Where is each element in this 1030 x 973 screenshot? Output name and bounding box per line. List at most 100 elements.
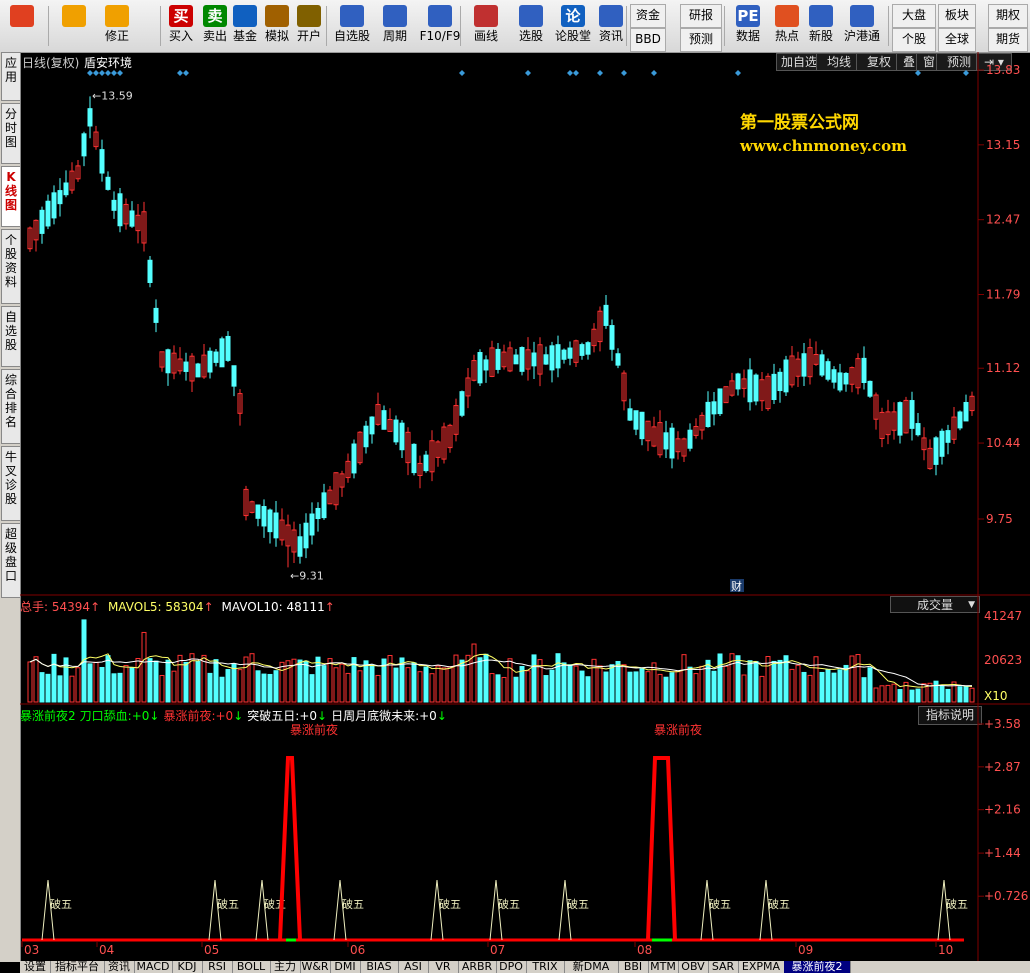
indicator-help-button[interactable]: 指标说明: [918, 706, 982, 725]
bottom-tab-22[interactable]: 暴涨前夜2: [784, 961, 851, 973]
sidebar-tab-5[interactable]: 综合排名: [1, 369, 21, 444]
updown-icon: [105, 5, 129, 27]
bottom-tab-13[interactable]: ARBR: [458, 961, 497, 973]
total-volume-label: 总手:: [20, 600, 49, 614]
toolbar-separator: [626, 6, 627, 46]
sidebar-tab-7[interactable]: 超级盘口: [1, 523, 21, 598]
bottom-tab-15[interactable]: TRIX: [526, 961, 565, 973]
toolbar-button-热点[interactable]: 热点: [772, 2, 802, 50]
chart-area: 日线(复权) 盾安环境 加自选 均线 复权叠窗预测 ⇥ ▾ 第一股票公式网 www.c…: [20, 52, 1030, 962]
toolbar-button-沪港通[interactable]: 沪港通: [840, 2, 884, 50]
toolbar-small-button[interactable]: 全球: [938, 28, 976, 52]
toolbar-small-button[interactable]: BBD: [630, 28, 666, 52]
lock-icon: [297, 5, 321, 27]
toolbar-button-基金[interactable]: 基金: [230, 2, 260, 50]
toolbar-small-button[interactable]: 研报: [680, 4, 722, 28]
bottom-tab-11[interactable]: ASI: [398, 961, 429, 973]
bottom-tab-19[interactable]: OBV: [678, 961, 709, 973]
toolbar-small-button[interactable]: 预测: [680, 28, 722, 52]
bottom-tab-3[interactable]: MACD: [134, 961, 173, 973]
toolbar-button-label: 资讯: [598, 29, 623, 43]
toolbar-small-button[interactable]: 资金: [630, 4, 666, 28]
toolbar-button-back-arrow-icon[interactable]: [56, 2, 92, 50]
volume-pane[interactable]: 总手: 54394↑ MAVOL5: 58304↑ MAVOL10: 48111…: [20, 596, 1030, 705]
toolbar-button-资讯[interactable]: 资讯: [596, 2, 626, 50]
toolbar-button-买入[interactable]: 买买入: [166, 2, 196, 50]
toolbar-separator: [48, 6, 49, 46]
watermark-title: 第一股票公式网: [740, 113, 859, 133]
bottom-tab-7[interactable]: 主力: [270, 961, 301, 973]
toolbar-button-label: 开户: [296, 29, 321, 43]
bottom-tab-21[interactable]: EXPMA: [738, 961, 785, 973]
toolbar-button-新股[interactable]: 新股: [806, 2, 836, 50]
toolbar-small-button[interactable]: 期货: [988, 28, 1028, 52]
bottom-tab-20[interactable]: SAR: [708, 961, 739, 973]
windows-icon: [10, 5, 34, 27]
sidebar-tab-3[interactable]: 个股资料: [1, 229, 21, 304]
toolbar-small-button[interactable]: 板块: [938, 4, 976, 28]
toolbar-button-windows-icon[interactable]: [4, 2, 40, 50]
collapse-icon[interactable]: ⇥ ▾: [976, 53, 1012, 71]
toolbar-small-button[interactable]: 期权: [988, 4, 1028, 28]
bottom-tab-18[interactable]: MTM: [648, 961, 679, 973]
f10-icon: [428, 5, 452, 27]
indicator-item-label: 暴涨前夜:: [163, 709, 216, 723]
sidebar-tab-4[interactable]: 自选股: [1, 306, 21, 367]
indicator-header: 暴涨前夜2 刀口舔血:+0↓ 暴涨前夜:+0↓ 突破五日:+0↓ 日周月底微未来:+0↓: [20, 707, 447, 724]
toolbar-button-开户[interactable]: 开户: [294, 2, 324, 50]
toolbar-button-论股堂[interactable]: 论论股堂: [554, 2, 592, 50]
toolbar-button-label: 热点: [774, 29, 799, 43]
indicator-item-label: 刀口舔血:: [79, 709, 132, 723]
toolbar-button-自选股[interactable]: 自选股: [332, 2, 372, 50]
toolbar-button-画线[interactable]: 画线: [466, 2, 506, 50]
mavol5-value: 58304: [165, 600, 204, 614]
indicator-item-value: +0: [131, 709, 150, 723]
toolbar-small-button[interactable]: 个股: [892, 28, 936, 52]
toolbar-button-label: 自选股: [333, 29, 370, 43]
kline-pane[interactable]: 日线(复权) 盾安环境 加自选 均线 复权叠窗预测 ⇥ ▾ 第一股票公式网 www.c…: [20, 52, 1030, 596]
bottom-tab-1[interactable]: 指标平台: [50, 961, 105, 973]
indicator-item-label: 突破五日:: [247, 709, 300, 723]
sidebar-tab-6[interactable]: 牛叉诊股: [1, 446, 21, 521]
bottom-tab-16[interactable]: 新DMA: [564, 961, 619, 973]
toolbar-separator: [888, 6, 889, 46]
star-icon: [340, 5, 364, 27]
toolbar-button-F10/F9[interactable]: F10/F9: [416, 2, 464, 50]
mavol10-value: 48111: [286, 600, 325, 614]
toolbar-button-卖出[interactable]: 卖卖出: [200, 2, 230, 50]
toolbar-button-数据[interactable]: PE 数据: [730, 2, 766, 50]
forum-icon: 论: [561, 5, 585, 27]
bottom-tab-0[interactable]: 设置: [20, 961, 51, 973]
toolbar-small-button[interactable]: 大盘: [892, 4, 936, 28]
toolbar-button-label: 选股: [518, 29, 543, 43]
toolbar-button-label: F10/F9: [419, 29, 461, 43]
toolbar-separator: [326, 6, 327, 46]
ipo-icon: [809, 5, 833, 27]
bottom-tab-5[interactable]: RSI: [202, 961, 233, 973]
indicator-item-value: +0: [299, 709, 318, 723]
bottom-tab-9[interactable]: DMI: [330, 961, 361, 973]
bottom-tab-10[interactable]: BIAS: [360, 961, 399, 973]
indicator-pane[interactable]: 暴涨前夜2 刀口舔血:+0↓ 暴涨前夜:+0↓ 突破五日:+0↓ 日周月底微未来:+0↓…: [20, 705, 1030, 961]
toolbar-button-label: 数据: [735, 29, 760, 43]
bottom-tab-17[interactable]: BBI: [618, 961, 649, 973]
bottom-tab-4[interactable]: KDJ: [172, 961, 203, 973]
toolbar-button-周期[interactable]: 周期: [376, 2, 414, 50]
buy-icon: 买: [169, 5, 193, 27]
bottom-tab-2[interactable]: 资讯: [104, 961, 135, 973]
pen-icon: [474, 5, 498, 27]
toolbar-button-模拟[interactable]: 模拟: [262, 2, 292, 50]
sidebar-tab-0[interactable]: 应用: [1, 52, 21, 101]
bottom-tab-bar: 设置 指标平台 资讯 MACD KDJ RSI BOLL 主力 W&R DMI BIAS ASI VR A…: [20, 961, 1030, 973]
sidebar-tab-2[interactable]: K线图: [1, 166, 21, 227]
bottom-tab-8[interactable]: W&R: [300, 961, 331, 973]
indicator-help-label: 指标说明: [925, 708, 974, 722]
toolbar-button-修正[interactable]: 修正: [100, 2, 134, 50]
sidebar-tab-1[interactable]: 分时图: [1, 103, 21, 164]
toolbar-button-label: 周期: [382, 29, 407, 43]
bottom-tab-12[interactable]: VR: [428, 961, 459, 973]
toolbar-button-选股[interactable]: 选股: [510, 2, 552, 50]
bottom-tab-6[interactable]: BOLL: [232, 961, 271, 973]
volume-selector[interactable]: 成交量 ▼: [890, 596, 980, 613]
bottom-tab-14[interactable]: DPO: [496, 961, 527, 973]
